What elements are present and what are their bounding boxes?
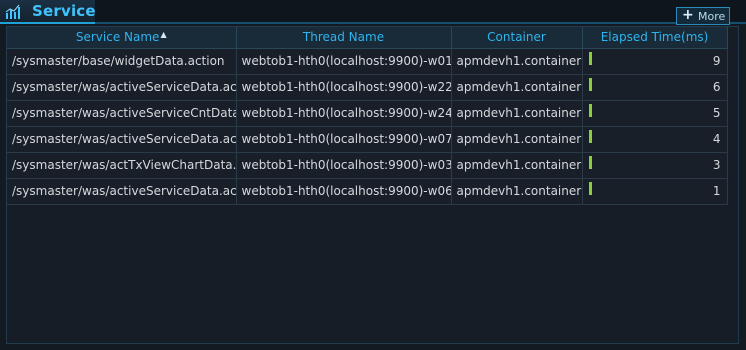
elapsed-bar bbox=[588, 129, 592, 143]
column-header-service-name[interactable]: Service Name▲ bbox=[7, 27, 237, 49]
cell-container: apmdevh1.container2 bbox=[451, 178, 583, 205]
column-header-container[interactable]: Container bbox=[451, 27, 583, 49]
elapsed-bar bbox=[588, 181, 592, 195]
more-button[interactable]: + More bbox=[676, 7, 730, 25]
cell-container: apmdevh1.container2 bbox=[451, 126, 583, 153]
table-header-row: Service Name▲ Thread Name Container Elap… bbox=[7, 27, 728, 49]
table-row[interactable]: /sysmaster/was/activeServiceCntData. web… bbox=[7, 100, 728, 127]
cell-thread-name: webtob1-hth0(localhost:9900)-w01 [c bbox=[236, 48, 452, 75]
elapsed-bar bbox=[588, 155, 592, 169]
column-header-thread-name[interactable]: Thread Name bbox=[236, 27, 452, 49]
header-divider bbox=[95, 22, 746, 24]
cell-thread-name: webtob1-hth0(localhost:9900)-w24 [c bbox=[236, 100, 452, 127]
cell-elapsed-time: 4 bbox=[582, 126, 728, 153]
cell-container: apmdevh1.container2 bbox=[451, 74, 583, 101]
panel-title: Service bbox=[32, 2, 96, 20]
cell-elapsed-time: 1 bbox=[582, 178, 728, 205]
plus-icon: + bbox=[682, 7, 694, 23]
cell-service-name: /sysmaster/was/activeServiceData.act bbox=[7, 178, 237, 205]
cell-container: apmdevh1.container2 bbox=[451, 48, 583, 75]
cell-service-name: /sysmaster/was/activeServiceData.act bbox=[7, 74, 237, 101]
service-panel: Service + More Service Name▲ Thread Name… bbox=[0, 0, 746, 350]
bar-chart-icon bbox=[5, 4, 20, 19]
cell-thread-name: webtob1-hth0(localhost:9900)-w03 [c bbox=[236, 152, 452, 179]
sort-ascending-icon[interactable]: ▲ bbox=[160, 30, 166, 39]
cell-elapsed-time: 5 bbox=[582, 100, 728, 127]
elapsed-bar bbox=[588, 51, 592, 65]
panel-header: Service + More bbox=[0, 0, 746, 25]
elapsed-bar bbox=[588, 77, 592, 91]
more-button-label: More bbox=[698, 10, 726, 23]
cell-service-name: /sysmaster/was/activeServiceCntData. bbox=[7, 100, 237, 127]
column-header-elapsed-time[interactable]: Elapsed Time(ms) bbox=[582, 27, 728, 49]
table-row[interactable]: /sysmaster/was/activeServiceData.act web… bbox=[7, 126, 728, 153]
cell-thread-name: webtob1-hth0(localhost:9900)-w06 [c bbox=[236, 178, 452, 205]
service-table: Service Name▲ Thread Name Container Elap… bbox=[6, 26, 739, 344]
cell-elapsed-time: 3 bbox=[582, 152, 728, 179]
table-row[interactable]: /sysmaster/was/activeServiceData.act web… bbox=[7, 178, 728, 205]
table-row[interactable]: /sysmaster/was/activeServiceData.act web… bbox=[7, 74, 728, 101]
cell-elapsed-time: 6 bbox=[582, 74, 728, 101]
cell-thread-name: webtob1-hth0(localhost:9900)-w22 [c bbox=[236, 74, 452, 101]
cell-container: apmdevh1.container2 bbox=[451, 152, 583, 179]
cell-service-name: /sysmaster/was/activeServiceData.act bbox=[7, 126, 237, 153]
cell-container: apmdevh1.container2 bbox=[451, 100, 583, 127]
table-row[interactable]: /sysmaster/was/actTxViewChartData.a webt… bbox=[7, 152, 728, 179]
cell-service-name: /sysmaster/was/actTxViewChartData.a bbox=[7, 152, 237, 179]
cell-service-name: /sysmaster/base/widgetData.action bbox=[7, 48, 237, 75]
table-row[interactable]: /sysmaster/base/widgetData.action webtob… bbox=[7, 48, 728, 75]
panel-title-tab: Service bbox=[0, 0, 96, 24]
cell-elapsed-time: 9 bbox=[582, 48, 728, 75]
cell-thread-name: webtob1-hth0(localhost:9900)-w07 [c bbox=[236, 126, 452, 153]
elapsed-bar bbox=[588, 103, 592, 117]
